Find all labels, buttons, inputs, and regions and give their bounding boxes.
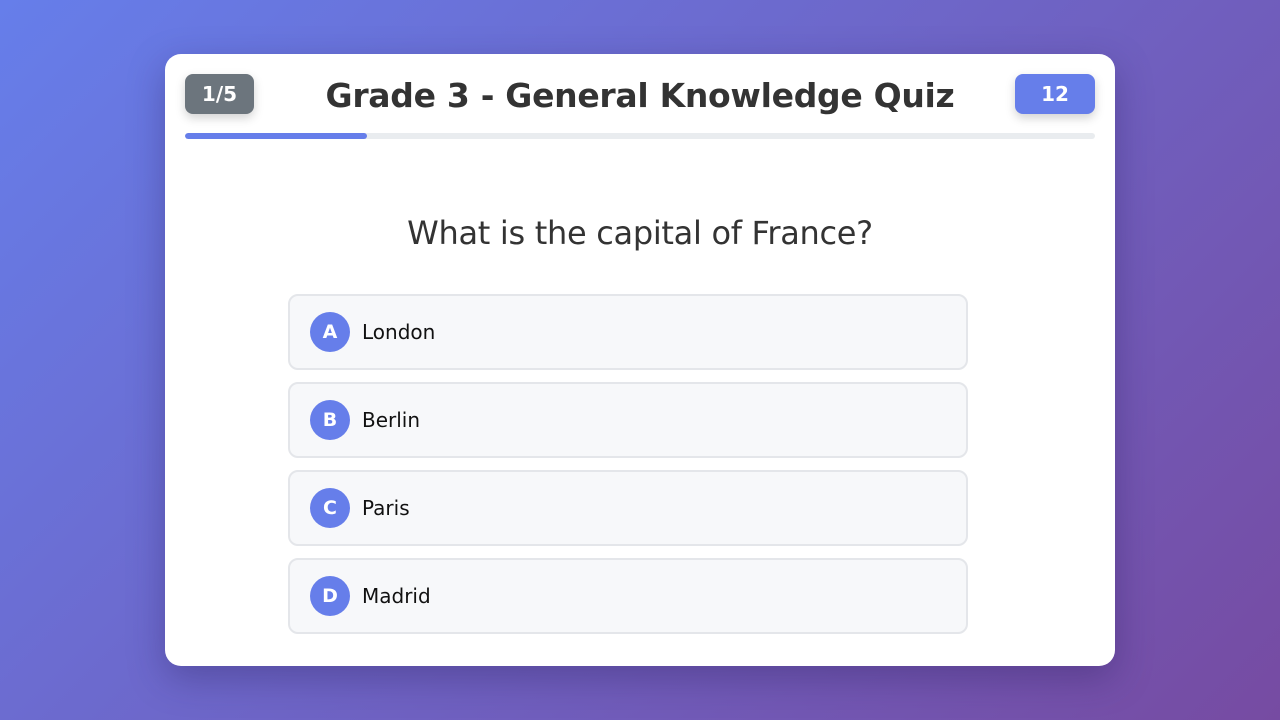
progress-bar (185, 133, 1095, 139)
option-letter-badge: B (310, 400, 350, 440)
timer-badge: 12 (1015, 74, 1095, 114)
quiz-title: Grade 3 - General Knowledge Quiz (325, 76, 955, 115)
quiz-card: 1/5 Grade 3 - General Knowledge Quiz 12 … (165, 54, 1115, 666)
option-b[interactable]: B Berlin (288, 382, 968, 458)
option-label: London (362, 320, 436, 344)
option-letter-badge: A (310, 312, 350, 352)
option-c[interactable]: C Paris (288, 470, 968, 546)
answer-options: A London B Berlin C Paris D Madrid (288, 294, 968, 646)
option-letter-badge: C (310, 488, 350, 528)
option-letter-badge: D (310, 576, 350, 616)
option-d[interactable]: D Madrid (288, 558, 968, 634)
option-label: Paris (362, 496, 410, 520)
option-label: Berlin (362, 408, 421, 432)
option-a[interactable]: A London (288, 294, 968, 370)
question-text: What is the capital of France? (407, 214, 873, 252)
progress-fill (185, 133, 367, 139)
option-label: Madrid (362, 584, 431, 608)
